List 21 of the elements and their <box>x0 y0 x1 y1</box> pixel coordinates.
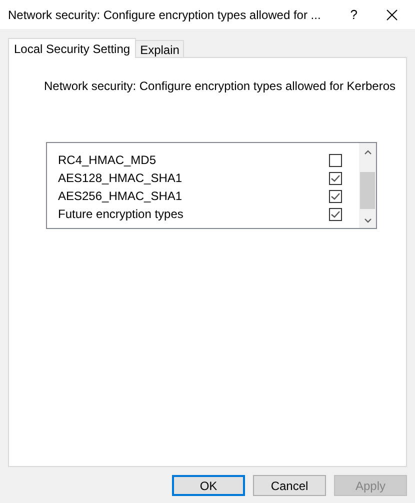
check-icon <box>331 210 340 218</box>
dialog-button[interactable]: OK <box>172 475 245 496</box>
help-button[interactable]: ? <box>342 4 366 24</box>
option-label: Future encryption types <box>58 206 184 223</box>
option-label: AES128_HMAC_SHA1 <box>58 170 184 187</box>
checkbox[interactable] <box>329 154 342 166</box>
close-icon <box>386 8 398 20</box>
checkbox[interactable] <box>329 208 342 220</box>
window-title: Network security: Configure encryption types allowed for ... <box>8 6 321 24</box>
checkbox[interactable] <box>329 172 342 184</box>
scrollbar[interactable] <box>359 143 376 228</box>
check-icon <box>331 174 340 182</box>
tab[interactable]: Explain <box>136 40 184 58</box>
option-label: AES256_HMAC_SHA1 <box>58 188 184 205</box>
checkbox[interactable] <box>329 190 342 202</box>
dialog-button[interactable]: Cancel <box>253 475 326 496</box>
option-label: RC4_HMAC_MD5 <box>58 152 158 169</box>
check-icon <box>331 192 340 200</box>
scrollbar-thumb[interactable] <box>360 172 375 209</box>
tab[interactable]: Local Security Setting <box>8 38 136 58</box>
policy-title: Network security: Configure encryption types allowed for Kerberos <box>44 78 396 95</box>
